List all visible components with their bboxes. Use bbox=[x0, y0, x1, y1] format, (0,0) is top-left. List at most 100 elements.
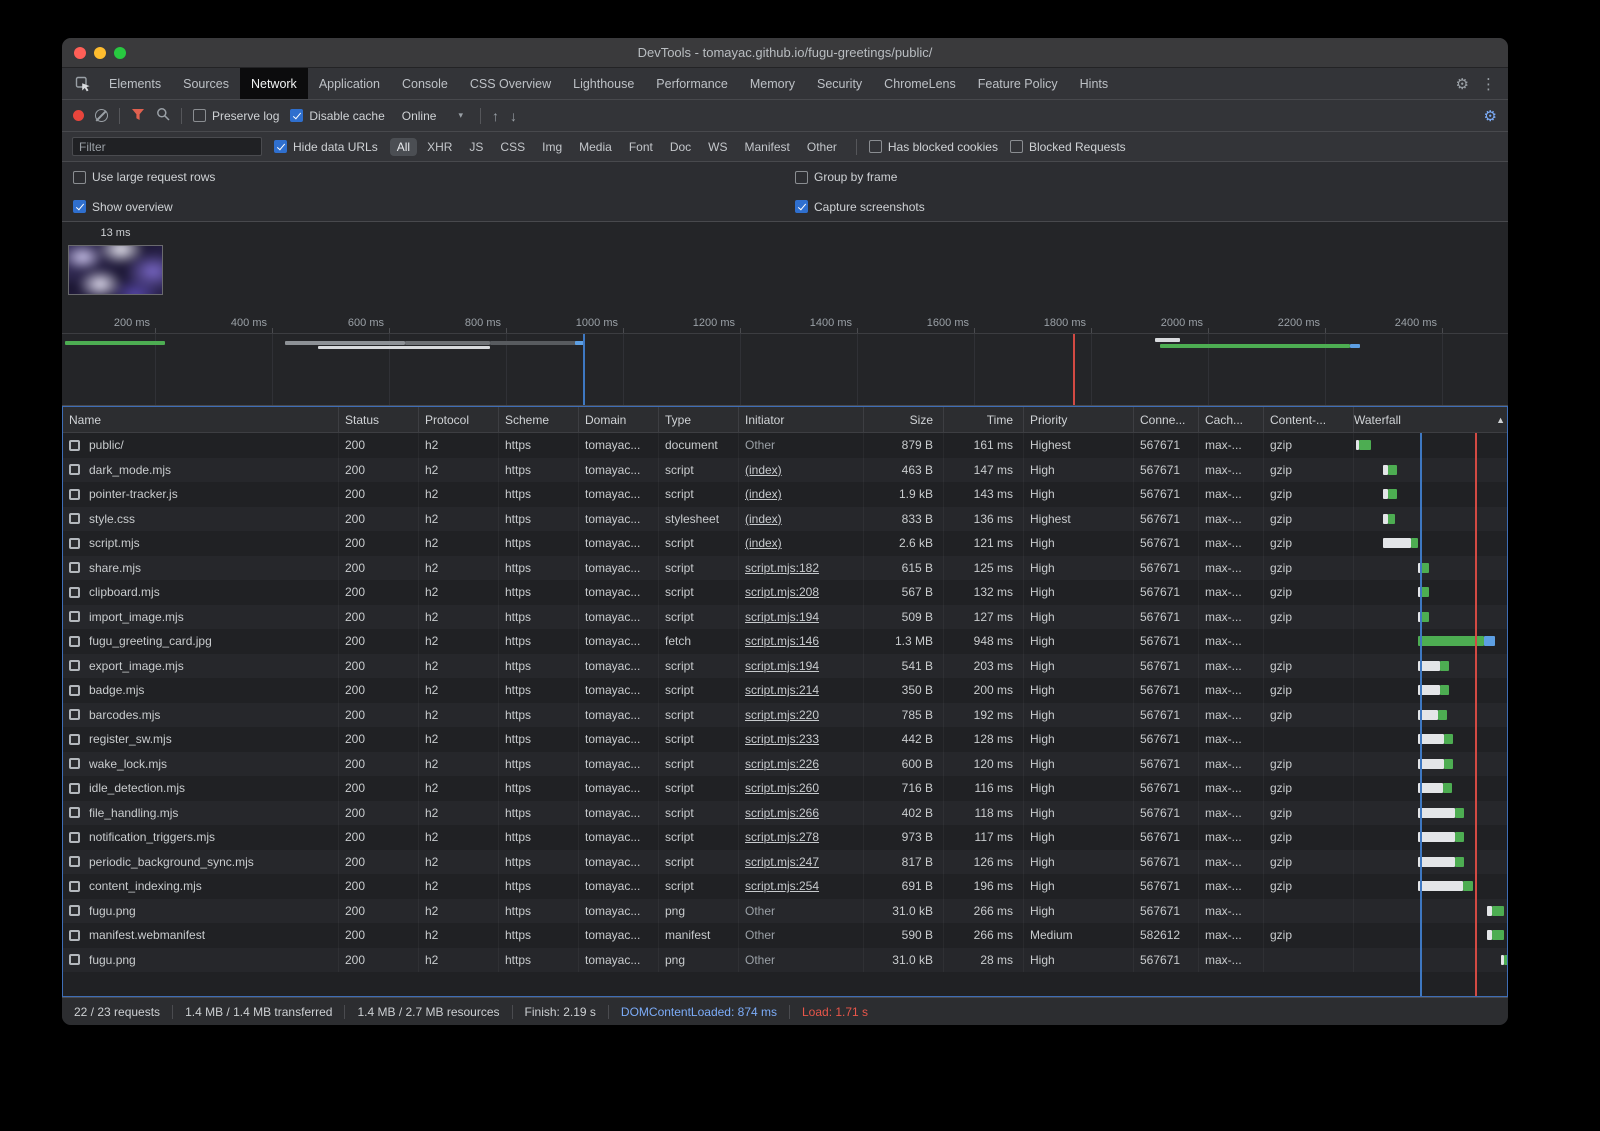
initiator-link[interactable]: script.mjs:194 bbox=[745, 610, 819, 624]
request-name[interactable]: public/ bbox=[89, 438, 124, 452]
table-row[interactable]: idle_detection.mjs200h2httpstomayac...sc… bbox=[63, 776, 1507, 801]
close-window-button[interactable] bbox=[74, 47, 86, 59]
capture-screenshots-checkbox[interactable]: Capture screenshots bbox=[795, 200, 925, 214]
type-filter-ws[interactable]: WS bbox=[701, 138, 734, 156]
show-overview-checkbox[interactable]: Show overview bbox=[73, 200, 173, 214]
type-filter-font[interactable]: Font bbox=[622, 138, 660, 156]
table-row[interactable]: barcodes.mjs200h2httpstomayac...scriptsc… bbox=[63, 703, 1507, 728]
tab-application[interactable]: Application bbox=[308, 68, 391, 99]
type-filter-img[interactable]: Img bbox=[535, 138, 569, 156]
table-row[interactable]: wake_lock.mjs200h2httpstomayac...scripts… bbox=[63, 752, 1507, 777]
initiator-link[interactable]: (index) bbox=[745, 463, 782, 477]
network-settings-gear-icon[interactable]: ⚙ bbox=[1484, 107, 1497, 125]
record-button[interactable] bbox=[73, 110, 84, 121]
clear-network-log-icon[interactable] bbox=[95, 109, 108, 122]
request-name[interactable]: import_image.mjs bbox=[89, 610, 184, 624]
filter-icon[interactable] bbox=[131, 108, 145, 124]
request-name[interactable]: idle_detection.mjs bbox=[89, 781, 185, 795]
tab-feature-policy[interactable]: Feature Policy bbox=[967, 68, 1069, 99]
column-header-scheme[interactable]: Scheme bbox=[499, 407, 579, 432]
tab-css-overview[interactable]: CSS Overview bbox=[459, 68, 562, 99]
column-header-waterfall[interactable]: Waterfall▲ bbox=[1354, 407, 1507, 432]
tab-elements[interactable]: Elements bbox=[98, 68, 172, 99]
request-name[interactable]: style.css bbox=[89, 512, 135, 526]
table-row[interactable]: file_handling.mjs200h2httpstomayac...scr… bbox=[63, 801, 1507, 826]
settings-gear-icon[interactable]: ⚙ bbox=[1456, 75, 1469, 93]
table-row[interactable]: pointer-tracker.js200h2httpstomayac...sc… bbox=[63, 482, 1507, 507]
initiator-link[interactable]: script.mjs:260 bbox=[745, 781, 819, 795]
initiator-link[interactable]: script.mjs:182 bbox=[745, 561, 819, 575]
type-filter-xhr[interactable]: XHR bbox=[420, 138, 459, 156]
more-options-icon[interactable]: ⋮ bbox=[1481, 75, 1496, 93]
type-filter-manifest[interactable]: Manifest bbox=[738, 138, 797, 156]
request-name[interactable]: register_sw.mjs bbox=[89, 732, 172, 746]
request-name[interactable]: wake_lock.mjs bbox=[89, 757, 167, 771]
request-name[interactable]: file_handling.mjs bbox=[89, 806, 178, 820]
tab-console[interactable]: Console bbox=[391, 68, 459, 99]
column-header-cache[interactable]: Cach... bbox=[1199, 407, 1264, 432]
request-name[interactable]: periodic_background_sync.mjs bbox=[89, 855, 254, 869]
initiator-link[interactable]: script.mjs:208 bbox=[745, 585, 819, 599]
initiator-link[interactable]: script.mjs:254 bbox=[745, 879, 819, 893]
request-name[interactable]: notification_triggers.mjs bbox=[89, 830, 215, 844]
group-by-frame-checkbox[interactable]: Group by frame bbox=[795, 170, 897, 184]
column-header-domain[interactable]: Domain bbox=[579, 407, 659, 432]
column-header-type[interactable]: Type bbox=[659, 407, 739, 432]
column-header-time[interactable]: Time bbox=[944, 407, 1024, 432]
column-header-name[interactable]: Name bbox=[63, 407, 339, 432]
request-name[interactable]: badge.mjs bbox=[89, 683, 144, 697]
request-name[interactable]: fugu_greeting_card.jpg bbox=[89, 634, 212, 648]
initiator-link[interactable]: script.mjs:266 bbox=[745, 806, 819, 820]
type-filter-css[interactable]: CSS bbox=[493, 138, 532, 156]
type-filter-other[interactable]: Other bbox=[800, 138, 844, 156]
hide-data-urls-checkbox[interactable]: Hide data URLs bbox=[274, 140, 378, 154]
table-row[interactable]: register_sw.mjs200h2httpstomayac...scrip… bbox=[63, 727, 1507, 752]
minimize-window-button[interactable] bbox=[94, 47, 106, 59]
table-row[interactable]: share.mjs200h2httpstomayac...scriptscrip… bbox=[63, 556, 1507, 581]
preserve-log-checkbox[interactable]: Preserve log bbox=[193, 109, 279, 123]
initiator-link[interactable]: script.mjs:214 bbox=[745, 683, 819, 697]
table-row[interactable]: style.css200h2httpstomayac...stylesheet(… bbox=[63, 507, 1507, 532]
request-name[interactable]: manifest.webmanifest bbox=[89, 928, 205, 942]
type-filter-doc[interactable]: Doc bbox=[663, 138, 698, 156]
inspect-element-icon[interactable] bbox=[68, 68, 98, 99]
table-row[interactable]: manifest.webmanifest200h2httpstomayac...… bbox=[63, 923, 1507, 948]
tab-network[interactable]: Network bbox=[240, 68, 308, 99]
request-name[interactable]: script.mjs bbox=[89, 536, 140, 550]
tab-security[interactable]: Security bbox=[806, 68, 873, 99]
column-header-initiator[interactable]: Initiator bbox=[739, 407, 864, 432]
column-header-protocol[interactable]: Protocol bbox=[419, 407, 499, 432]
tab-hints[interactable]: Hints bbox=[1069, 68, 1119, 99]
column-header-status[interactable]: Status bbox=[339, 407, 419, 432]
initiator-link[interactable]: (index) bbox=[745, 487, 782, 501]
initiator-link[interactable]: script.mjs:278 bbox=[745, 830, 819, 844]
use-large-request-rows-checkbox[interactable]: Use large request rows bbox=[73, 170, 215, 184]
request-name[interactable]: barcodes.mjs bbox=[89, 708, 160, 722]
disable-cache-checkbox[interactable]: Disable cache bbox=[290, 109, 384, 123]
table-row[interactable]: script.mjs200h2httpstomayac...script(ind… bbox=[63, 531, 1507, 556]
type-filter-media[interactable]: Media bbox=[572, 138, 619, 156]
table-row[interactable]: notification_triggers.mjs200h2httpstomay… bbox=[63, 825, 1507, 850]
request-name[interactable]: fugu.png bbox=[89, 953, 136, 967]
initiator-link[interactable]: script.mjs:247 bbox=[745, 855, 819, 869]
request-name[interactable]: clipboard.mjs bbox=[89, 585, 160, 599]
initiator-link[interactable]: script.mjs:194 bbox=[745, 659, 819, 673]
table-row[interactable]: fugu.png200h2httpstomayac...pngOther31.0… bbox=[63, 948, 1507, 973]
request-name[interactable]: dark_mode.mjs bbox=[89, 463, 171, 477]
initiator-link[interactable]: script.mjs:146 bbox=[745, 634, 819, 648]
throttling-select[interactable]: Online ▾ bbox=[396, 107, 469, 125]
table-row[interactable]: fugu.png200h2httpstomayac...pngOther31.0… bbox=[63, 899, 1507, 924]
request-name[interactable]: fugu.png bbox=[89, 904, 136, 918]
type-filter-all[interactable]: All bbox=[390, 138, 417, 156]
tab-memory[interactable]: Memory bbox=[739, 68, 806, 99]
export-har-icon[interactable]: ↓ bbox=[510, 109, 517, 123]
column-header-connection[interactable]: Conne... bbox=[1134, 407, 1199, 432]
network-overview[interactable] bbox=[62, 334, 1508, 406]
initiator-link[interactable]: (index) bbox=[745, 536, 782, 550]
table-row[interactable]: import_image.mjs200h2httpstomayac...scri… bbox=[63, 605, 1507, 630]
type-filter-js[interactable]: JS bbox=[462, 138, 490, 156]
column-header-content[interactable]: Content-... bbox=[1264, 407, 1354, 432]
tab-chromelens[interactable]: ChromeLens bbox=[873, 68, 967, 99]
table-row[interactable]: clipboard.mjs200h2httpstomayac...scripts… bbox=[63, 580, 1507, 605]
request-name[interactable]: pointer-tracker.js bbox=[89, 487, 178, 501]
